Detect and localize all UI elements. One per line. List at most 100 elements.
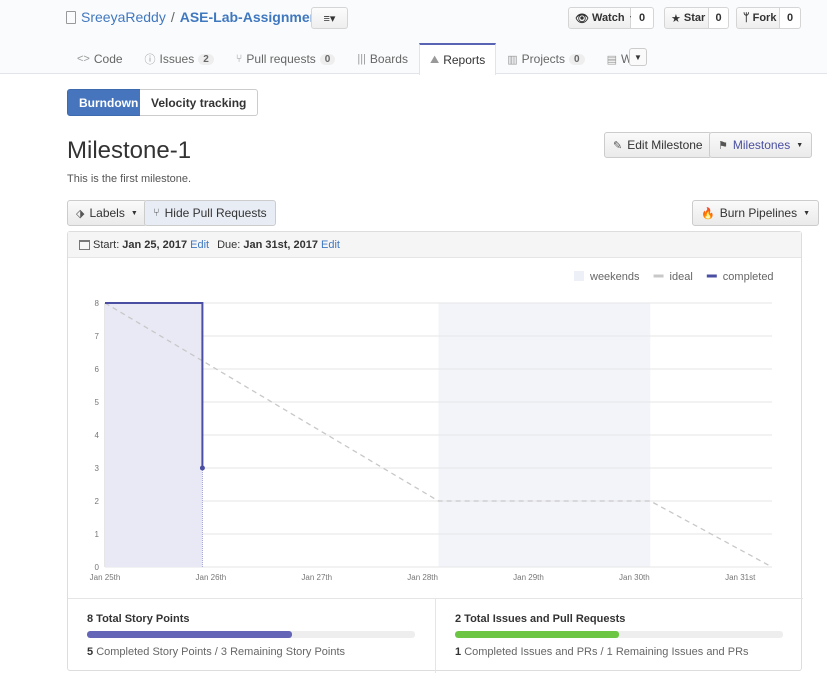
tab-label: Projects bbox=[521, 52, 565, 66]
legend-label-weekends: weekends bbox=[589, 271, 640, 283]
tab-reports[interactable]: ⛰ Reports bbox=[418, 43, 497, 75]
tab-label: Pull requests bbox=[246, 52, 316, 66]
boards-icon: ||| bbox=[357, 53, 366, 65]
hide-pull-requests-button[interactable]: ⑂ Hide Pull Requests bbox=[144, 200, 276, 226]
tab-issues[interactable]: ⓘ Issues 2 bbox=[134, 43, 225, 74]
milestone-description: This is the first milestone. bbox=[67, 173, 192, 185]
start-label: Start: bbox=[93, 238, 120, 251]
burndown-chart: 0 1 2 3 4 5 6 7 8 Jan 25th Jan 26th Jan 27th Jan 28t… bbox=[90, 271, 774, 582]
legend-label-completed: completed bbox=[723, 271, 774, 283]
y-tick-label: 0 bbox=[95, 563, 100, 572]
milestone-icon: ⚑ bbox=[718, 139, 728, 152]
x-tick-label: Jan 31st bbox=[725, 573, 756, 582]
caret-down-icon: ▼ bbox=[130, 209, 138, 217]
completed-points-text: Completed Story Points bbox=[96, 646, 212, 658]
star-icon: ★ bbox=[671, 12, 681, 25]
issues-progress bbox=[455, 631, 783, 638]
tab-projects[interactable]: ▥ Projects 0 bbox=[496, 43, 595, 74]
points-separator: / bbox=[211, 646, 221, 658]
fork-label: Fork bbox=[752, 12, 777, 24]
star-count[interactable]: 0 bbox=[709, 7, 729, 29]
tab-counter: 2 bbox=[198, 53, 214, 65]
calendar-icon bbox=[79, 239, 90, 250]
summary-stats: 8 Total Story Points 5 Completed Story P… bbox=[68, 598, 803, 673]
tab-label: Code bbox=[93, 52, 123, 66]
issues-separator: / bbox=[597, 646, 607, 658]
completed-points-count: 5 bbox=[87, 646, 94, 658]
repo-icon bbox=[66, 10, 76, 24]
velocity-tracking-tab[interactable]: Velocity tracking bbox=[140, 89, 259, 116]
watch-count[interactable]: 0 bbox=[631, 7, 654, 29]
x-tick-label: Jan 29th bbox=[513, 573, 544, 582]
x-tick-label: Jan 26th bbox=[196, 573, 227, 582]
caret-down-icon: ▼ bbox=[796, 141, 804, 149]
fork-count[interactable]: 0 bbox=[780, 7, 801, 29]
story-points-progress bbox=[87, 631, 415, 638]
y-tick-label: 4 bbox=[95, 431, 100, 440]
y-tick-label: 1 bbox=[95, 530, 100, 539]
y-tick-label: 3 bbox=[95, 464, 100, 473]
edit-milestone-button[interactable]: ✎ Edit Milestone bbox=[604, 132, 712, 158]
y-tick-label: 2 bbox=[95, 497, 100, 506]
x-tick-label: Jan 27th bbox=[301, 573, 332, 582]
burndown-tab[interactable]: Burndown bbox=[67, 89, 151, 116]
star-label: Star bbox=[683, 12, 706, 24]
edit-due-link[interactable]: Edit bbox=[321, 239, 340, 251]
repo-nav: <> Code ⓘ Issues 2 ⑂ Pull requests 0 |||… bbox=[66, 43, 655, 75]
completed-point bbox=[199, 465, 205, 471]
milestones-label: Milestones bbox=[732, 138, 791, 152]
repo-header: SreeyaReddy / ASE-Lab-Assignments ≡▾ 👁 W… bbox=[0, 0, 827, 75]
more-tabs-button[interactable]: ▼ bbox=[629, 48, 647, 66]
milestones-dropdown[interactable]: ⚑ Milestones ▼ bbox=[709, 132, 813, 158]
due-date: Jan 31st, 2017 bbox=[243, 238, 318, 251]
watch-label: Watch bbox=[591, 12, 625, 24]
fork-button[interactable]: ᛘ Fork bbox=[736, 7, 780, 29]
story-points-summary: 5 Completed Story Points / 3 Remaining S… bbox=[87, 646, 345, 658]
issues-stat: 2 Total Issues and Pull Requests 1 Compl… bbox=[435, 599, 802, 673]
chevron-down-icon: ▼ bbox=[634, 52, 642, 62]
tab-label: Reports bbox=[443, 53, 486, 67]
y-tick-label: 8 bbox=[95, 299, 100, 308]
burn-pipelines-label: Burn Pipelines bbox=[719, 206, 798, 220]
labels-dropdown[interactable]: ⬗ Labels ▼ bbox=[67, 200, 147, 226]
tab-pull-requests[interactable]: ⑂ Pull requests 0 bbox=[225, 43, 347, 74]
legend-swatch-weekends bbox=[574, 271, 584, 281]
issues-title: 2 Total Issues and Pull Requests bbox=[455, 613, 626, 625]
tab-code[interactable]: <> Code bbox=[66, 43, 134, 74]
story-points-title: 8 Total Story Points bbox=[87, 613, 190, 625]
watch-button[interactable]: 👁 Watch ▼ bbox=[568, 7, 636, 29]
remaining-points-text: 3 Remaining Story Points bbox=[220, 646, 346, 658]
labels-label: Labels bbox=[89, 206, 125, 220]
fork-icon: ᛘ bbox=[743, 12, 750, 24]
y-tick-label: 5 bbox=[95, 398, 100, 407]
star-button[interactable]: ★ Star bbox=[664, 7, 709, 29]
issues-progress-fill bbox=[455, 631, 619, 638]
due-label: Due: bbox=[217, 238, 241, 251]
tab-boards[interactable]: ||| Boards bbox=[346, 43, 419, 74]
list-menu-button[interactable]: ≡▾ bbox=[311, 7, 348, 29]
repo-title: SreeyaReddy / ASE-Lab-Assignments bbox=[66, 9, 331, 25]
owner-link[interactable]: SreeyaReddy bbox=[81, 9, 166, 25]
y-tick-label: 6 bbox=[95, 365, 100, 374]
pencil-icon: ✎ bbox=[613, 139, 623, 152]
burn-pipelines-dropdown[interactable]: 🔥 Burn Pipelines ▼ bbox=[692, 200, 820, 226]
completed-issues-count: 1 bbox=[455, 646, 462, 658]
hide-prs-label: Hide Pull Requests bbox=[164, 206, 267, 220]
remaining-issues-text: 1 Remaining Issues and PRs bbox=[606, 646, 749, 658]
milestone-title: Milestone-1 bbox=[67, 137, 192, 164]
edit-start-link[interactable]: Edit bbox=[190, 239, 209, 251]
repo-name-link[interactable]: ASE-Lab-Assignments bbox=[180, 9, 331, 25]
edit-milestone-label: Edit Milestone bbox=[627, 138, 703, 152]
pull-request-icon: ⑂ bbox=[153, 207, 160, 219]
tag-icon: ⬗ bbox=[76, 207, 85, 220]
caret-down-icon: ▼ bbox=[803, 209, 811, 217]
start-date: Jan 25, 2017 bbox=[122, 238, 188, 251]
pull-request-icon: ⑂ bbox=[235, 53, 243, 65]
code-icon: <> bbox=[77, 53, 90, 65]
tab-label: Boards bbox=[369, 52, 408, 66]
list-icon: ≡▾ bbox=[323, 12, 336, 25]
graph-icon: ⛰ bbox=[429, 53, 440, 66]
issues-summary: 1 Completed Issues and PRs / 1 Remaining… bbox=[455, 646, 749, 658]
story-points-stat: 8 Total Story Points 5 Completed Story P… bbox=[68, 599, 435, 673]
completed-area bbox=[105, 303, 203, 567]
